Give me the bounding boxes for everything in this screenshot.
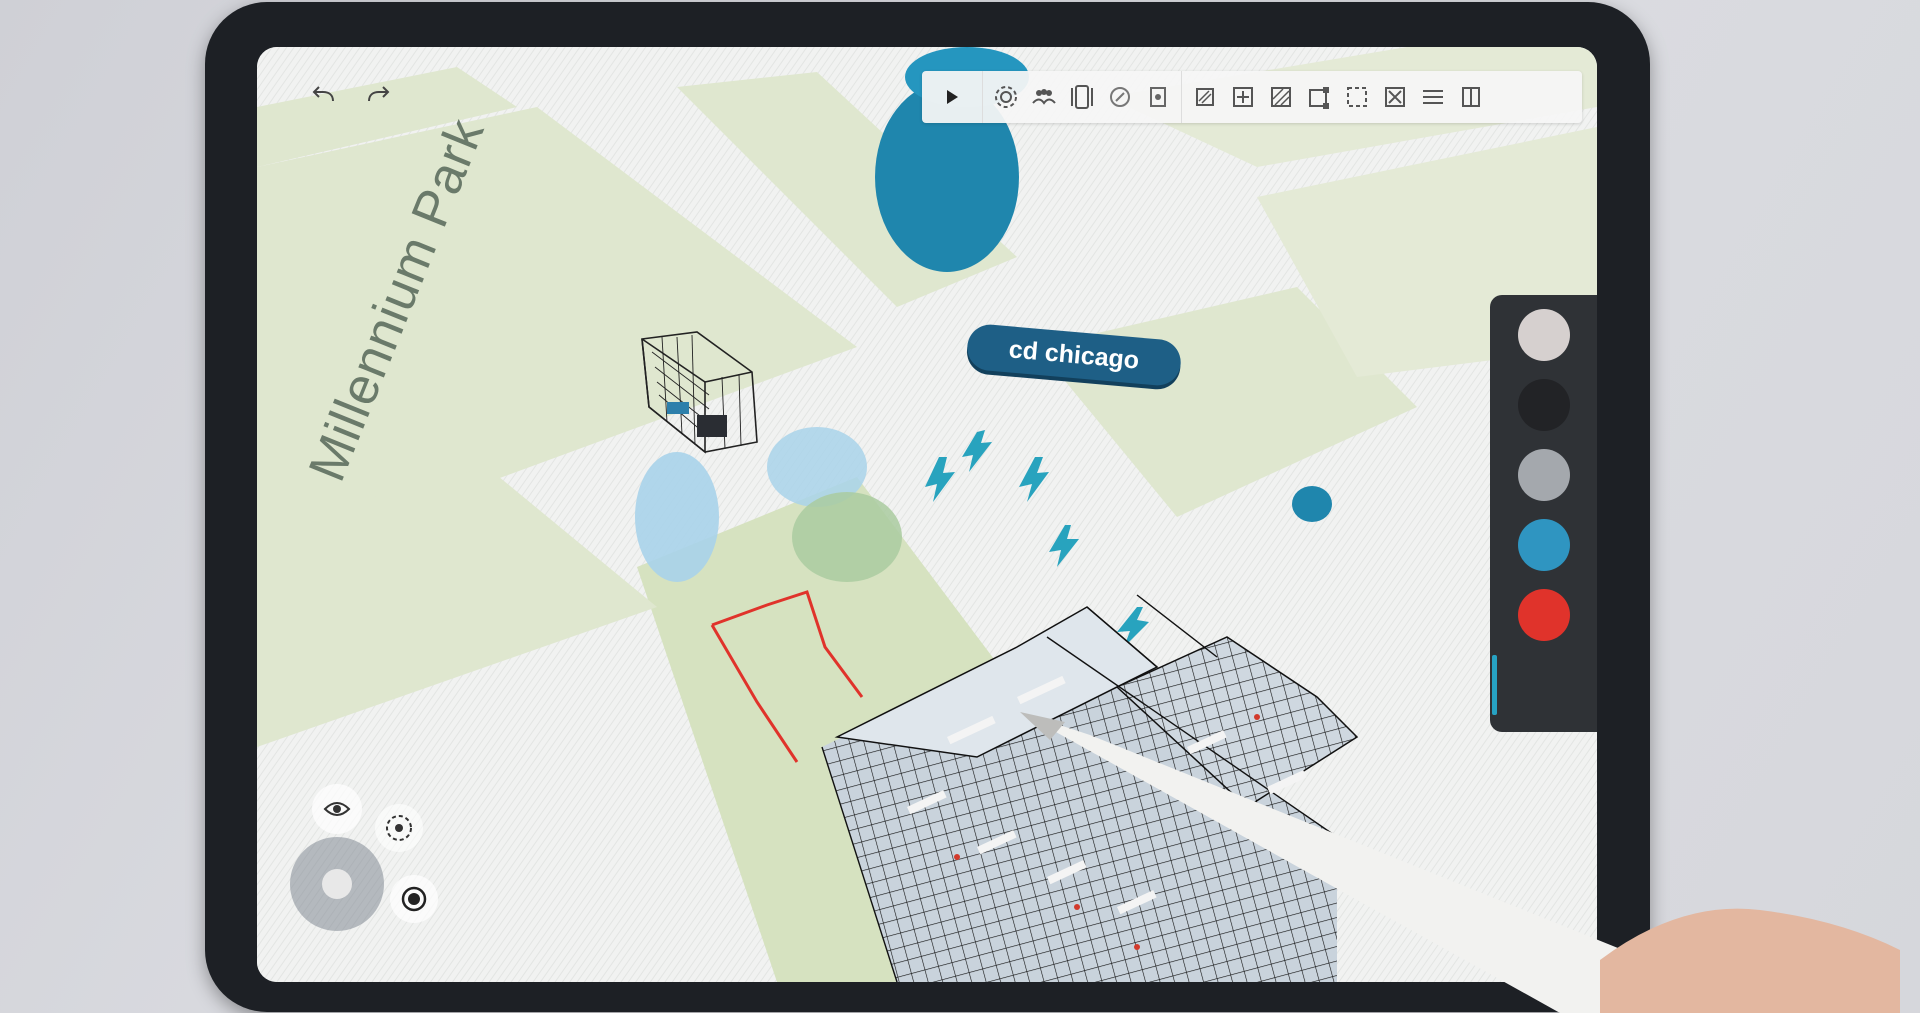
compass-button[interactable] bbox=[1101, 77, 1139, 117]
settings-button[interactable] bbox=[987, 77, 1025, 117]
layers-target-button[interactable] bbox=[1139, 77, 1177, 117]
slider-handle[interactable] bbox=[1482, 902, 1512, 932]
app-screen: Millennium Park cd chicago bbox=[257, 47, 1597, 982]
hatch-box-icon bbox=[1271, 87, 1291, 107]
dashed-select-button[interactable] bbox=[1338, 77, 1376, 117]
split-vertical-icon bbox=[1462, 87, 1480, 107]
dashed-select-icon bbox=[1347, 87, 1367, 107]
device-frame-button[interactable] bbox=[1063, 77, 1101, 117]
phone-frame-icon bbox=[1071, 85, 1093, 109]
redo-arrow-icon bbox=[368, 86, 390, 102]
split-vertical-button[interactable] bbox=[1452, 77, 1490, 117]
palette-selection-indicator bbox=[1492, 655, 1497, 715]
split-horizontal-icon bbox=[1423, 90, 1443, 104]
add-box-button[interactable] bbox=[1224, 77, 1262, 117]
hatch-small-button[interactable] bbox=[1186, 77, 1224, 117]
color-swatch-red[interactable] bbox=[1518, 589, 1570, 641]
add-box-icon bbox=[1233, 87, 1253, 107]
color-swatch-blue[interactable] bbox=[1518, 519, 1570, 571]
layers-target-icon bbox=[1150, 87, 1166, 107]
color-swatch-gray[interactable] bbox=[1518, 449, 1570, 501]
corner-handle-icon bbox=[1309, 87, 1329, 109]
split-horizontal-button[interactable] bbox=[1414, 77, 1452, 117]
play-button[interactable] bbox=[922, 71, 983, 123]
gear-icon bbox=[995, 86, 1017, 108]
eye-icon bbox=[323, 802, 351, 816]
target-icon bbox=[401, 886, 427, 912]
color-swatch-black[interactable] bbox=[1518, 379, 1570, 431]
people-button[interactable] bbox=[1025, 77, 1063, 117]
play-icon bbox=[947, 90, 958, 104]
movement-joystick[interactable] bbox=[290, 837, 384, 931]
orbit-icon bbox=[386, 815, 412, 841]
color-swatch-light-pink[interactable] bbox=[1518, 309, 1570, 361]
hatch-small-icon bbox=[1196, 88, 1214, 106]
compass-icon bbox=[1110, 87, 1130, 107]
cross-box-button[interactable] bbox=[1376, 77, 1414, 117]
focus-target-control[interactable] bbox=[390, 875, 438, 923]
hatch-box-button[interactable] bbox=[1262, 77, 1300, 117]
history-controls bbox=[307, 79, 395, 113]
toolbar-view-group bbox=[983, 71, 1182, 123]
redo-button[interactable] bbox=[361, 79, 395, 113]
main-toolbar bbox=[922, 71, 1582, 123]
undo-arrow-icon bbox=[312, 86, 334, 102]
cross-box-icon bbox=[1385, 87, 1405, 107]
joystick-icon[interactable] bbox=[322, 869, 352, 899]
color-palette bbox=[1490, 295, 1597, 732]
visibility-toggle[interactable] bbox=[312, 784, 362, 834]
undo-button[interactable] bbox=[307, 79, 341, 113]
people-icon bbox=[1032, 89, 1056, 105]
toolbar-edit-group bbox=[1182, 71, 1494, 123]
corner-handle-button[interactable] bbox=[1300, 77, 1338, 117]
orbit-control[interactable] bbox=[375, 804, 423, 852]
